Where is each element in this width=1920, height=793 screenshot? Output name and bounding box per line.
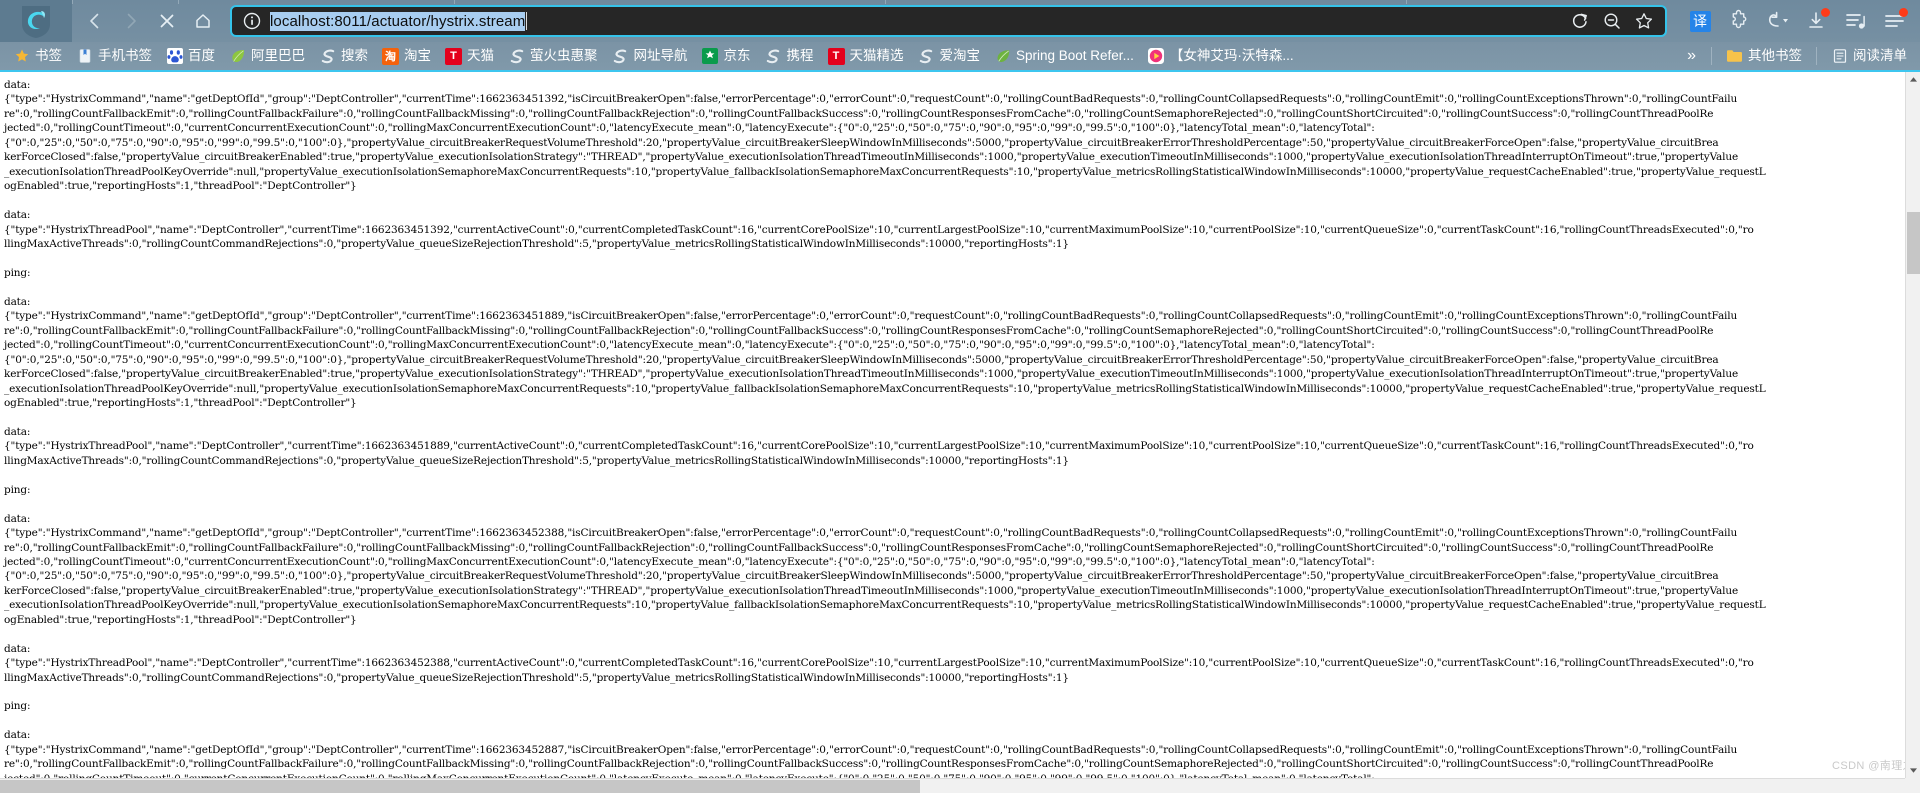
- menu-badge: [1899, 8, 1908, 17]
- bookmark-label: 阿里巴巴: [251, 48, 305, 64]
- bookmark-label: 手机书签: [98, 48, 152, 64]
- bookmarks-right-group: » 其他书签 阅读清单: [1679, 46, 1914, 67]
- navigation-buttons: [72, 5, 220, 37]
- media-playlist-icon[interactable]: [1843, 8, 1869, 34]
- extension-toolbar: 译: [1677, 8, 1912, 34]
- swirl-icon: [918, 48, 935, 65]
- bookmarks-bar: 书签 手机书签 百度 阿里巴巴 搜索 淘 淘宝 T 天猫 萤火虫惠聚 网址导航 …: [0, 42, 1920, 72]
- video-icon: [1148, 48, 1165, 65]
- other-bookmarks-label: 其他书签: [1748, 48, 1802, 64]
- bookmark-item[interactable]: 爱淘宝: [911, 46, 988, 67]
- bookmark-item[interactable]: 淘 淘宝: [375, 46, 438, 67]
- home-button[interactable]: [186, 5, 220, 37]
- bookmark-label: 萤火虫惠聚: [530, 48, 598, 64]
- bookmark-item[interactable]: Spring Boot Refer...: [987, 46, 1141, 67]
- bookmark-item[interactable]: 京东: [695, 46, 758, 67]
- scrollbar-corner: [1905, 778, 1920, 793]
- star-icon[interactable]: [1633, 10, 1655, 32]
- translate-extension-icon[interactable]: 译: [1687, 8, 1713, 34]
- stop-button[interactable]: [150, 5, 184, 37]
- downloads-badge: [1821, 8, 1830, 17]
- bookmark-label: 百度: [188, 48, 215, 64]
- baidu-icon: [166, 48, 183, 65]
- swirl-icon: [612, 48, 629, 65]
- swirl-icon: [765, 48, 782, 65]
- scroll-up-button[interactable]: [1906, 72, 1920, 87]
- zoom-out-icon[interactable]: [1601, 10, 1623, 32]
- bookmark-item[interactable]: 【女神艾玛·沃特森...: [1141, 46, 1301, 67]
- forward-button[interactable]: [114, 5, 148, 37]
- swirl-icon: [508, 48, 525, 65]
- horizontal-scrollbar-thumb[interactable]: [0, 780, 920, 793]
- bookmark-label: 携程: [786, 48, 814, 64]
- bookmark-item[interactable]: 携程: [758, 46, 821, 67]
- back-button[interactable]: [78, 5, 112, 37]
- bookmarks-overflow-button[interactable]: »: [1679, 47, 1704, 65]
- bookmark-item[interactable]: 阿里巴巴: [222, 46, 312, 67]
- bookmark-label: 京东: [723, 48, 751, 64]
- bookmark-item[interactable]: 搜索: [312, 46, 375, 67]
- bookmark-label: 书签: [35, 48, 62, 64]
- phone-bookmark-icon: [76, 48, 93, 65]
- spring-leaf-icon: [994, 48, 1011, 65]
- main-menu-icon[interactable]: [1882, 8, 1908, 34]
- puzzle-extension-icon[interactable]: [1726, 8, 1752, 34]
- bookmark-item[interactable]: 百度: [159, 46, 222, 67]
- leaf-icon: [229, 48, 246, 65]
- hystrix-stream-text: data: {"type":"HystrixCommand","name":"g…: [4, 79, 1766, 778]
- bookmark-item[interactable]: 手机书签: [69, 46, 159, 67]
- tmall-icon: T: [827, 47, 845, 65]
- bookmark-label: 【女神艾玛·沃特森...: [1169, 48, 1294, 64]
- reading-list-label: 阅读清单: [1853, 48, 1907, 64]
- info-circle-icon[interactable]: [242, 11, 262, 31]
- jd-icon: [702, 48, 719, 65]
- bookmark-item[interactable]: 书签: [6, 46, 69, 67]
- star-icon: [13, 48, 30, 65]
- bookmark-label: 爱淘宝: [939, 48, 981, 64]
- page-viewport: data: {"type":"HystrixCommand","name":"g…: [0, 72, 1920, 793]
- downloads-icon[interactable]: [1804, 8, 1830, 34]
- address-bar-actions: [1569, 10, 1659, 32]
- bookmark-label: 天猫精选: [849, 48, 904, 64]
- bookmark-item[interactable]: 网址导航: [605, 46, 695, 67]
- horizontal-scrollbar[interactable]: [0, 778, 1905, 793]
- reading-list-button[interactable]: 阅读清单: [1824, 46, 1914, 67]
- vertical-scrollbar[interactable]: [1905, 72, 1920, 778]
- address-bar[interactable]: localhost:8011/actuator/hystrix.stream: [230, 5, 1667, 37]
- address-input-text[interactable]: localhost:8011/actuator/hystrix.stream: [270, 11, 526, 31]
- bookmark-item[interactable]: T 天猫: [438, 46, 501, 67]
- browser-toolbar: localhost:8011/actuator/hystrix.stream 译: [0, 0, 1920, 42]
- divider: [1816, 47, 1817, 65]
- text-caret: [526, 12, 528, 30]
- translate-glyph: 译: [1689, 10, 1711, 32]
- bookmark-label: 网址导航: [633, 48, 688, 64]
- other-bookmarks-button[interactable]: 其他书签: [1719, 46, 1809, 67]
- browser-logo: [0, 0, 72, 42]
- bookmark-label: 淘宝: [404, 48, 431, 64]
- browser-chrome: localhost:8011/actuator/hystrix.stream 译: [0, 0, 1920, 72]
- swirl-icon: [319, 48, 336, 65]
- taobao-icon: 淘: [382, 47, 399, 65]
- reading-list-icon: [1831, 48, 1848, 65]
- undo-history-icon[interactable]: [1765, 8, 1791, 34]
- bookmark-label: 天猫: [467, 48, 494, 64]
- divider: [1711, 47, 1712, 65]
- csdn-watermark: CSDN @南理之: [1832, 760, 1914, 772]
- hystrix-stream-content: data: {"type":"HystrixCommand","name":"g…: [0, 72, 1905, 778]
- bookmark-item[interactable]: 萤火虫惠聚: [501, 46, 605, 67]
- folder-icon: [1726, 48, 1743, 65]
- refresh-icon[interactable]: [1569, 10, 1591, 32]
- bookmark-label: Spring Boot Refer...: [1016, 48, 1134, 64]
- bookmark-item[interactable]: T 天猫精选: [821, 46, 911, 67]
- vertical-scrollbar-thumb[interactable]: [1907, 212, 1920, 274]
- scroll-down-button[interactable]: [1906, 763, 1920, 778]
- bookmark-label: 搜索: [341, 48, 368, 64]
- tmall-icon: T: [445, 47, 462, 65]
